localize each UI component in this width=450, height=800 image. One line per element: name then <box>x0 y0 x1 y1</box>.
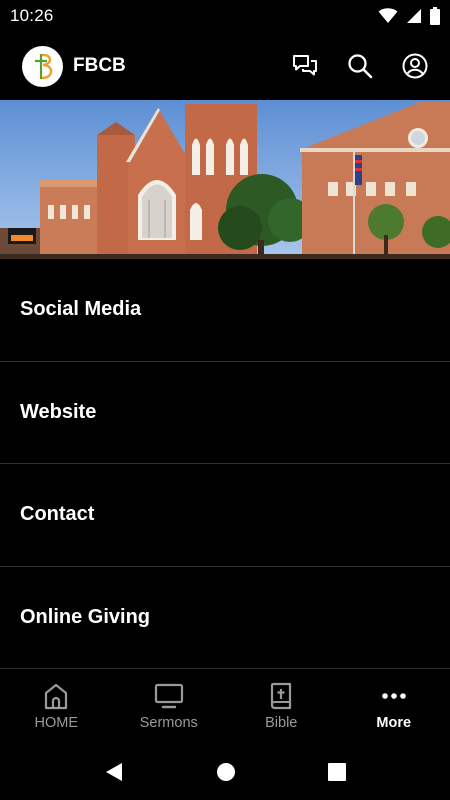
app-title: FBCB <box>73 55 126 76</box>
cellular-icon <box>406 8 422 24</box>
status-bar: 10:26 <box>0 0 450 32</box>
app-bar: FBCB <box>0 32 450 100</box>
menu-item-label: Website <box>20 400 97 423</box>
recents-button[interactable] <box>328 762 346 786</box>
menu-item-contact[interactable]: Contact <box>0 464 450 567</box>
nav-tab-bible[interactable]: Bible <box>225 670 338 748</box>
account-button[interactable] <box>402 53 428 79</box>
bottom-navigation: HOME Sermons Bible More <box>0 670 450 748</box>
nav-label-bible: Bible <box>265 715 298 731</box>
chat-button[interactable] <box>292 53 318 79</box>
wifi-icon <box>378 8 398 24</box>
church-building-photo <box>0 100 450 259</box>
system-navigation-bar <box>0 748 450 800</box>
nav-label-more: More <box>376 715 412 731</box>
recents-icon <box>328 762 346 781</box>
chat-icon <box>293 55 317 76</box>
nav-tab-sermons[interactable]: Sermons <box>113 670 226 748</box>
nav-tab-more[interactable]: More <box>338 670 450 748</box>
back-button[interactable] <box>104 761 124 788</box>
search-button[interactable] <box>347 53 373 79</box>
menu-item-label: Contact <box>20 503 95 526</box>
battery-icon <box>430 7 440 25</box>
menu-item-online-giving[interactable]: Online Giving <box>0 567 450 669</box>
account-icon <box>402 53 428 79</box>
more-menu-list: Social Media Website Contact Online Givi… <box>0 259 450 669</box>
menu-item-label: Social Media <box>20 298 142 321</box>
church-logo[interactable] <box>22 45 63 87</box>
app-actions <box>292 53 428 79</box>
nav-tab-home[interactable]: HOME <box>0 670 113 748</box>
home-circle-icon <box>217 762 235 781</box>
bible-icon <box>271 682 292 710</box>
status-icons <box>378 7 440 25</box>
church-banner-image <box>0 100 450 259</box>
menu-item-social-media[interactable]: Social Media <box>0 259 450 362</box>
home-button[interactable] <box>216 762 236 787</box>
nav-label-home: HOME <box>34 715 79 731</box>
back-icon <box>106 762 122 781</box>
nav-label-sermons: Sermons <box>139 715 198 731</box>
logo-icon <box>34 53 52 80</box>
tv-icon <box>154 683 183 709</box>
menu-item-label: Online Giving <box>20 605 151 628</box>
status-time: 10:26 <box>10 6 54 25</box>
menu-item-website[interactable]: Website <box>0 362 450 464</box>
church-icon <box>45 683 68 710</box>
more-dots-icon <box>381 693 406 699</box>
search-icon <box>348 54 373 79</box>
